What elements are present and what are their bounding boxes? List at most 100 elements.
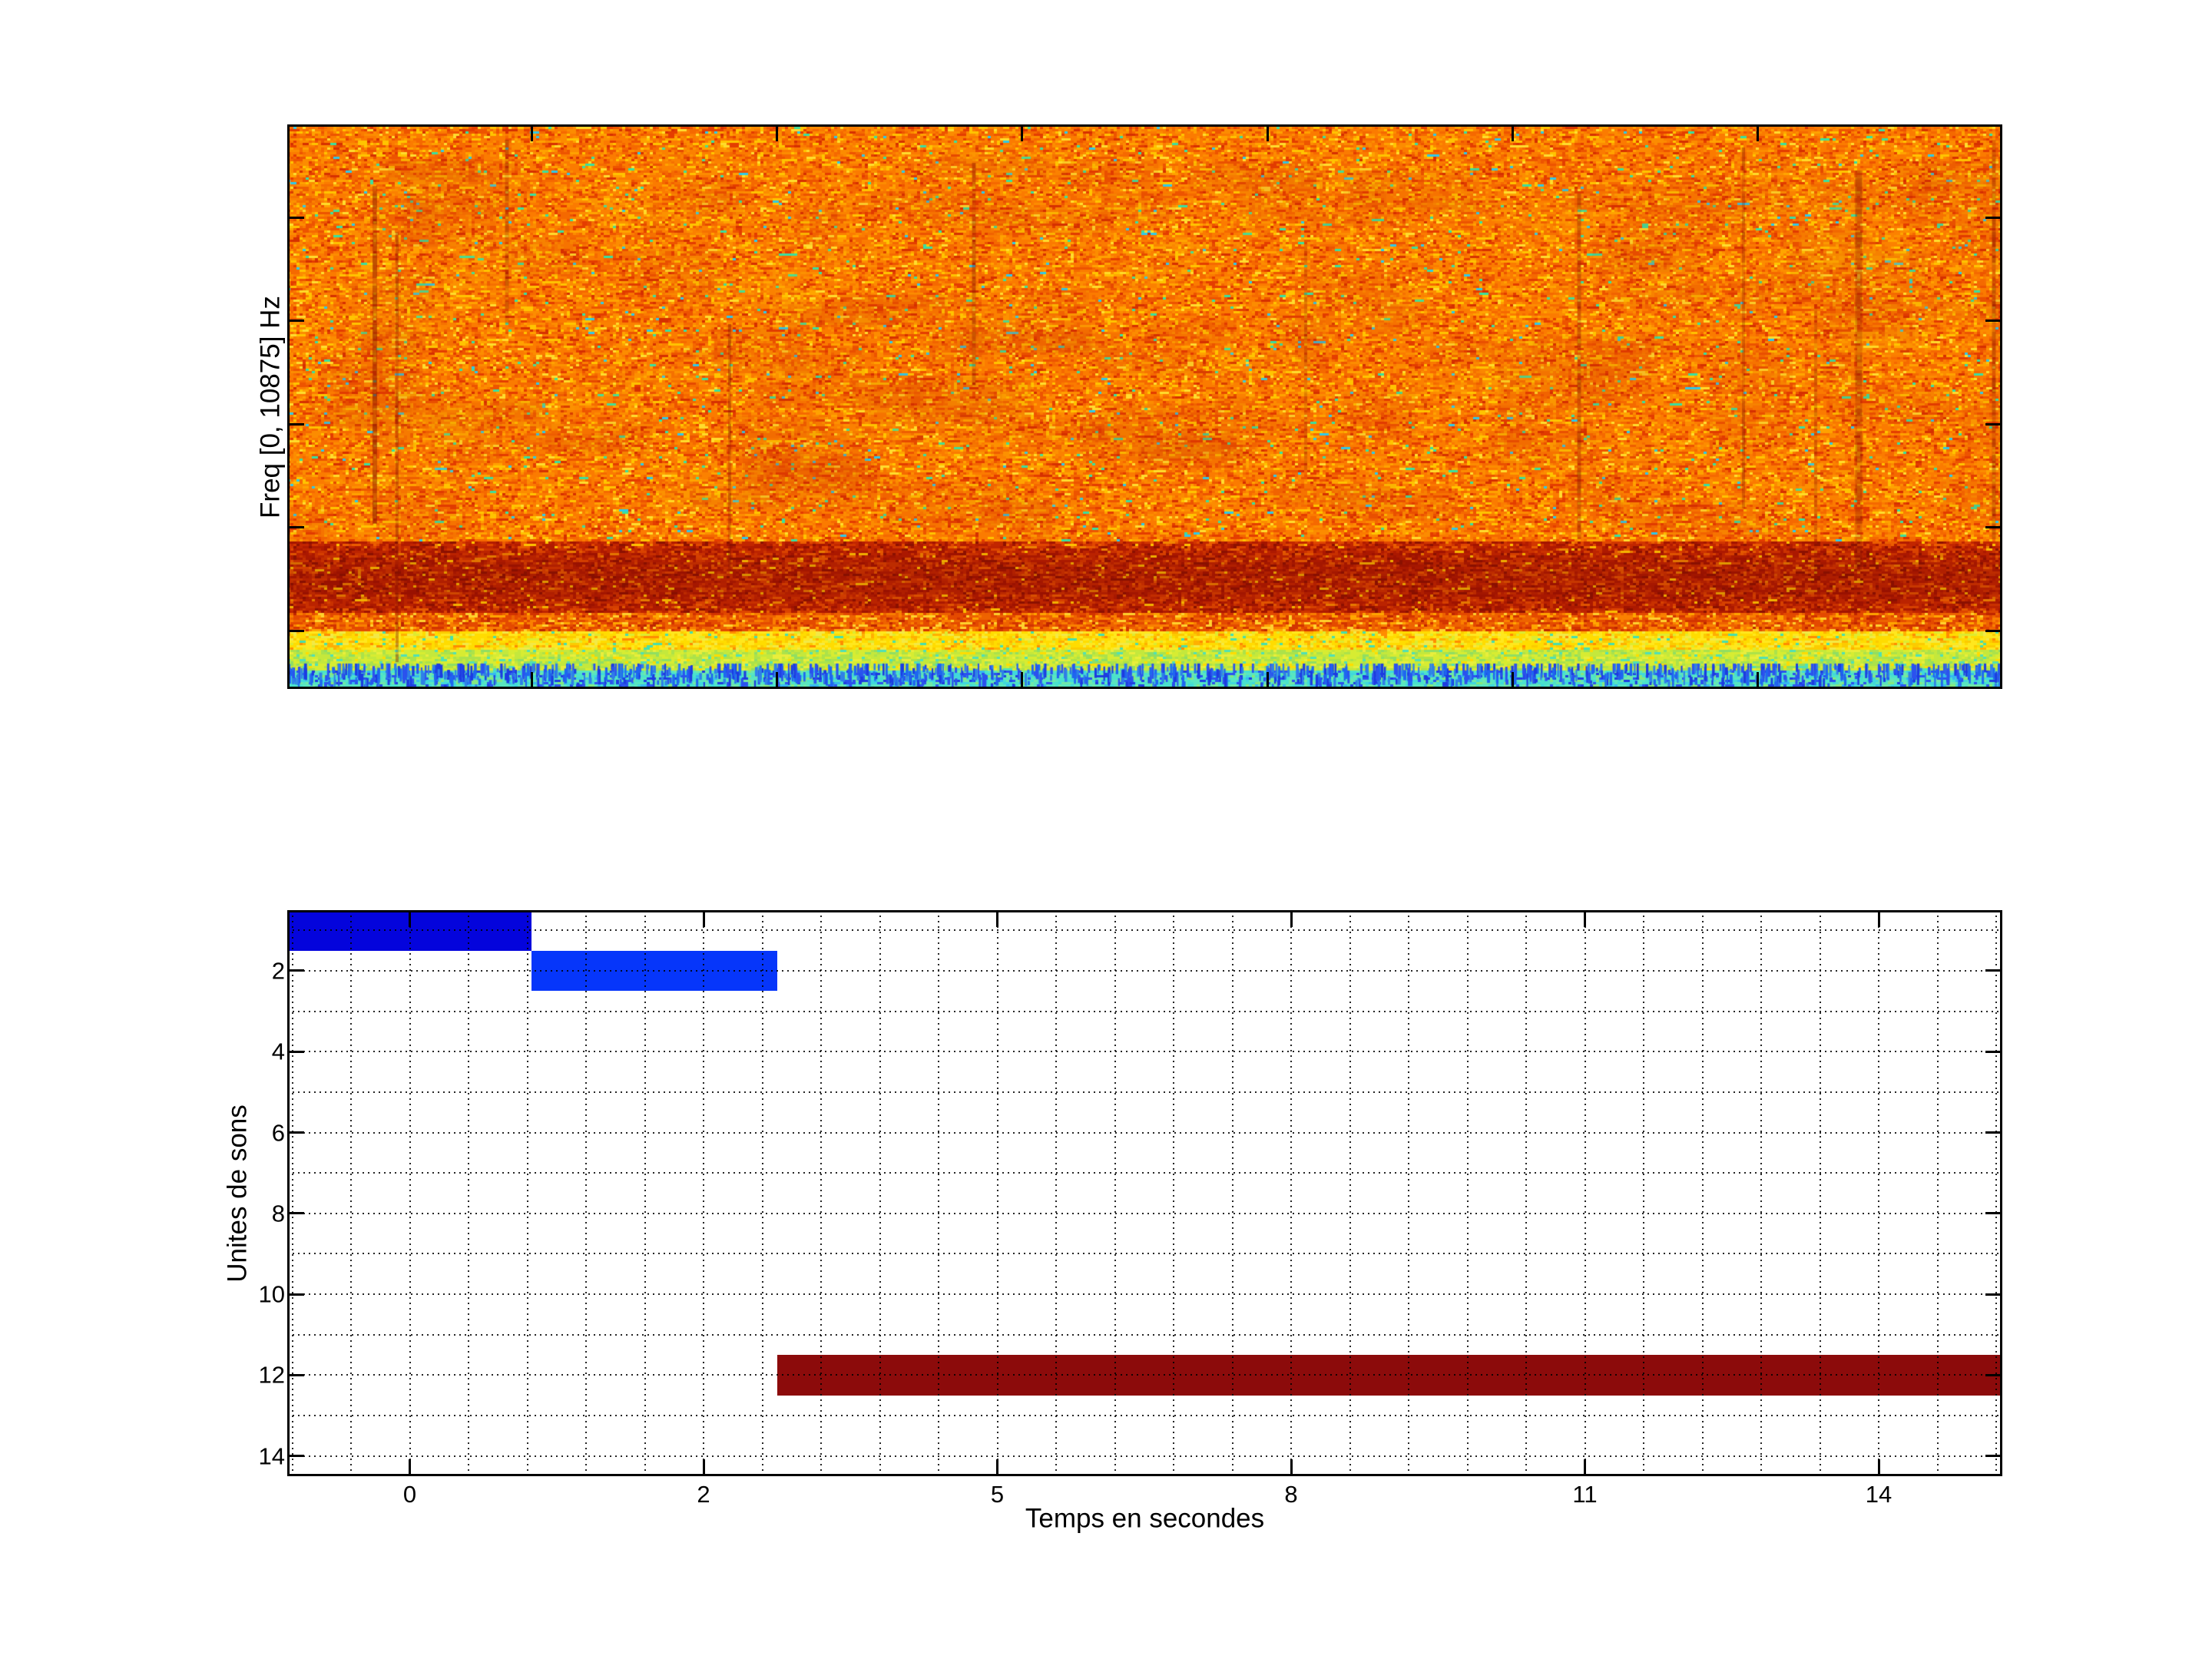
bar-plot-x-tick xyxy=(1878,910,1880,927)
grid-line-vertical xyxy=(1702,910,1704,1476)
spectrogram-x-tick xyxy=(1757,124,1759,141)
spectrogram-ylabel: Freq [0, 10875] Hz xyxy=(257,296,284,518)
grid-line-horizontal xyxy=(287,1293,2002,1295)
bar-plot-x-tick xyxy=(996,1459,998,1476)
grid-line-vertical xyxy=(1995,910,1997,1476)
grid-line-horizontal xyxy=(287,1011,2002,1012)
bar-plot-y-tick xyxy=(287,1293,304,1296)
spectrogram-x-tick xyxy=(1512,124,1514,141)
spectrogram-x-tick xyxy=(1021,672,1023,689)
grid-line-vertical xyxy=(527,910,528,1476)
bar-plot-y-tick xyxy=(287,1455,304,1457)
bar-plot-y-tick xyxy=(1985,1455,2002,1457)
bar-plot-x-tick xyxy=(1584,1459,1586,1476)
y-tick-label: 10 xyxy=(158,1283,285,1306)
spectrogram-x-tick xyxy=(776,124,778,141)
spectrogram-y-tick xyxy=(1985,526,2002,528)
bar-plot-y-tick xyxy=(1985,1131,2002,1134)
spectrogram-canvas xyxy=(287,124,2002,689)
bar-plot-x-tick xyxy=(1878,1459,1880,1476)
bar-plot-x-tick xyxy=(996,910,998,927)
grid-line-vertical xyxy=(1114,910,1116,1476)
grid-line-vertical xyxy=(762,910,763,1476)
spectrogram-plot xyxy=(287,124,2002,689)
bar-plot-y-tick xyxy=(1985,1051,2002,1053)
y-tick-label: 6 xyxy=(158,1121,285,1144)
bar-plot-x-tick xyxy=(1290,910,1293,927)
bar-plot-xlabel: Temps en secondes xyxy=(1025,1505,1264,1532)
spectrogram-y-tick xyxy=(287,320,304,322)
y-tick-label: 14 xyxy=(158,1444,285,1468)
grid-line-horizontal xyxy=(287,970,2002,972)
spectrogram-y-tick xyxy=(1985,217,2002,219)
grid-line-vertical xyxy=(1878,910,1879,1476)
bar-plot xyxy=(287,910,2002,1476)
bar-plot-y-tick xyxy=(1985,1212,2002,1214)
spectrogram-x-tick xyxy=(1267,124,1269,141)
y-tick-label: 2 xyxy=(158,959,285,982)
bar-plot-y-tick xyxy=(287,969,304,972)
spectrogram-y-tick xyxy=(287,526,304,528)
grid-line-horizontal xyxy=(287,1213,2002,1214)
grid-line-vertical xyxy=(1467,910,1469,1476)
grid-line-horizontal xyxy=(287,1132,2002,1134)
spectrogram-y-tick xyxy=(287,217,304,219)
bar-plot-x-tick xyxy=(703,1459,705,1476)
bar-plot-y-tick xyxy=(1985,969,2002,972)
x-tick-label: 14 xyxy=(1866,1482,1892,1506)
grid-line-horizontal xyxy=(287,1051,2002,1052)
matlab-figure: Freq [0, 10875] Hz Unites de sons Temps … xyxy=(0,0,2212,1659)
spectrogram-x-tick xyxy=(531,124,533,141)
spectrogram-x-tick xyxy=(531,672,533,689)
spectrogram-x-tick xyxy=(1267,672,1269,689)
grid-line-vertical xyxy=(644,910,646,1476)
x-tick-label: 8 xyxy=(1284,1482,1297,1506)
bar-plot-x-tick xyxy=(703,910,705,927)
grid-line-horizontal xyxy=(287,1172,2002,1174)
grid-line-horizontal xyxy=(287,1415,2002,1416)
grid-line-horizontal xyxy=(287,1455,2002,1457)
grid-line-vertical xyxy=(1760,910,1762,1476)
bar-plot-y-tick xyxy=(287,1374,304,1376)
bar-plot-x-tick xyxy=(409,910,411,927)
bar-plot-x-tick xyxy=(409,1459,411,1476)
grid-line-vertical xyxy=(292,910,293,1476)
spectrogram-y-tick xyxy=(1985,320,2002,322)
bar-plot-y-tick xyxy=(1985,1293,2002,1296)
grid-line-vertical xyxy=(585,910,587,1476)
grid-line-vertical xyxy=(938,910,939,1476)
grid-line-horizontal xyxy=(287,929,2002,931)
y-tick-label: 4 xyxy=(158,1040,285,1064)
grid-line-horizontal xyxy=(287,1334,2002,1336)
bar-plot-y-tick xyxy=(287,1131,304,1134)
grid-line-vertical xyxy=(1584,910,1586,1476)
bar-plot-x-tick xyxy=(1584,910,1586,927)
grid-line-vertical xyxy=(879,910,881,1476)
x-tick-label: 0 xyxy=(403,1482,416,1506)
grid-line-vertical xyxy=(468,910,469,1476)
grid-line-horizontal xyxy=(287,1253,2002,1254)
spectrogram-y-tick xyxy=(287,630,304,632)
grid-line-vertical xyxy=(1643,910,1644,1476)
x-tick-label: 2 xyxy=(697,1482,710,1506)
grid-line-vertical xyxy=(409,910,411,1476)
grid-line-vertical xyxy=(1349,910,1351,1476)
grid-line-vertical xyxy=(1525,910,1527,1476)
grid-line-vertical xyxy=(1290,910,1292,1476)
spectrogram-y-tick xyxy=(1985,423,2002,426)
bar-plot-y-tick xyxy=(1985,1374,2002,1376)
bar-plot-y-tick xyxy=(287,1051,304,1053)
grid-line-vertical xyxy=(1173,910,1174,1476)
grid-line-vertical xyxy=(1820,910,1821,1476)
grid-line-vertical xyxy=(1937,910,1939,1476)
y-tick-label: 8 xyxy=(158,1201,285,1225)
spectrogram-y-tick xyxy=(287,423,304,426)
spectrogram-x-tick xyxy=(1021,124,1023,141)
y-tick-label: 12 xyxy=(158,1363,285,1387)
spectrogram-y-tick xyxy=(1985,630,2002,632)
grid-line-horizontal xyxy=(287,1091,2002,1093)
spectrogram-x-tick xyxy=(1512,672,1514,689)
x-tick-label: 11 xyxy=(1572,1482,1597,1506)
bar-plot-x-tick xyxy=(1290,1459,1293,1476)
spectrogram-x-tick xyxy=(776,672,778,689)
